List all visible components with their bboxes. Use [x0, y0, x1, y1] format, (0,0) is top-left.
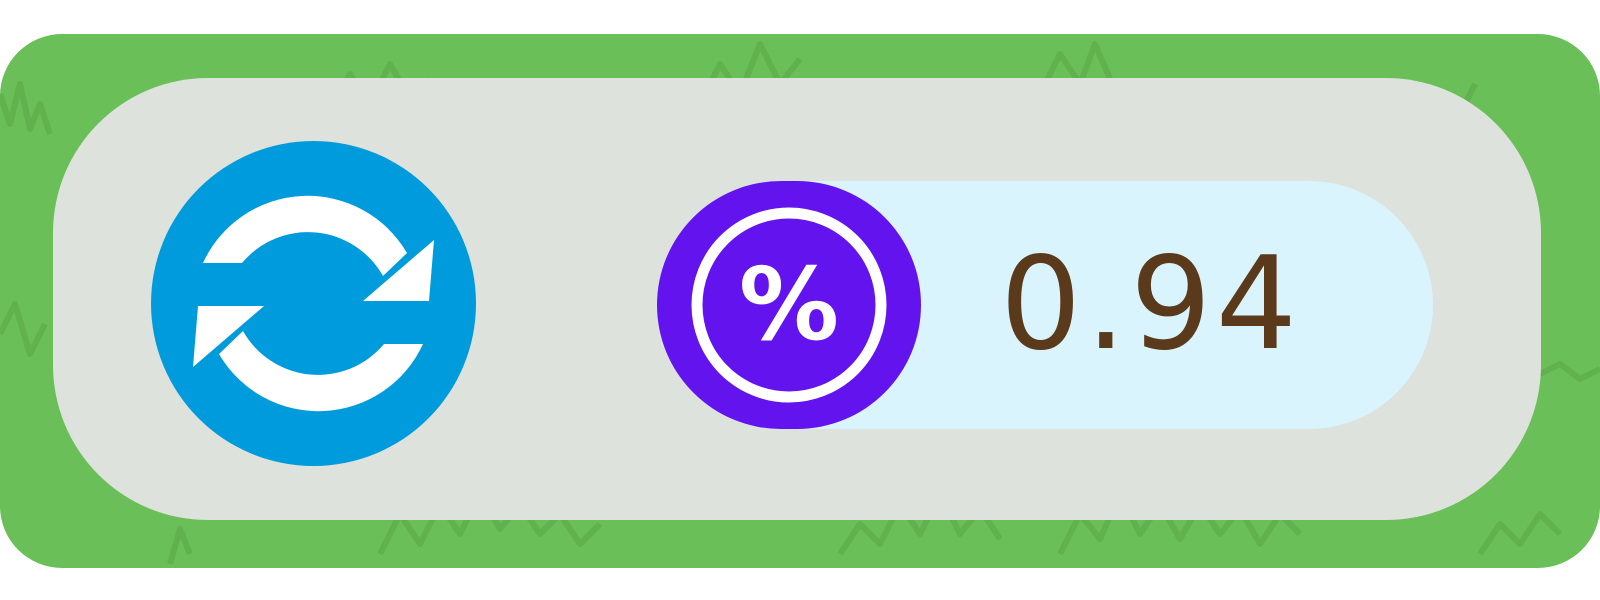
refresh-icon	[193, 195, 434, 412]
refresh-button[interactable]	[151, 141, 476, 466]
stat-value: 0.94	[1000, 230, 1301, 379]
percent-badge: %	[657, 181, 921, 429]
percent-icon: %	[738, 246, 840, 363]
